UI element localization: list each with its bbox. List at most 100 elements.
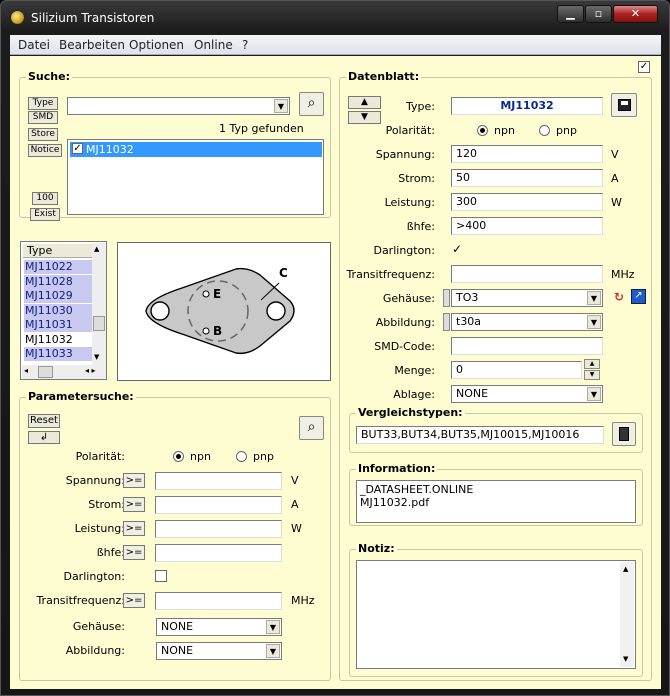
param-abbildung-combobox[interactable]: NONE ▼ [156,642,282,660]
menge-up-button[interactable]: ▲ [584,359,600,369]
vertical-scrollbar[interactable]: ▲ ▼ [92,243,106,365]
smd-code-field[interactable] [451,337,603,355]
smd-filter-button[interactable]: SMD [28,111,58,124]
gehaeuse-value: TO3 [456,291,479,304]
chevron-down-icon[interactable]: ▼ [587,291,601,305]
type-field[interactable]: MJ11032 [451,97,603,115]
scroll-left-icon[interactable]: ◂ [24,366,28,375]
leistung-field[interactable]: 300 [451,193,603,211]
type-list-item[interactable]: MJ11022 [24,260,92,274]
chevron-down-icon[interactable]: ▼ [274,99,288,113]
horizontal-scrollbar[interactable]: ◂ ◂ ▸ [22,365,106,379]
ablage-combobox[interactable]: NONE ▼ [451,385,603,403]
maximize-button[interactable]: ▫ [585,5,612,23]
strom-field[interactable]: 50 [451,169,603,187]
chevron-down-icon[interactable]: ▼ [266,620,280,634]
result-checkbox[interactable]: ✓ [72,143,83,154]
stay-on-top-checkbox[interactable]: ✓ [638,61,650,73]
parameter-search-button[interactable]: ⌕ [299,416,324,440]
type-list-item[interactable]: MJ11031 [24,318,92,332]
notiz-scrollbar[interactable]: ▲ ▼ [620,562,634,667]
param-npn-label: npn [190,450,211,463]
chevron-down-icon[interactable]: ▼ [266,644,280,658]
type-list-item[interactable]: MJ11030 [24,303,92,318]
type-column-header[interactable]: Type [23,244,92,258]
param-npn-radio[interactable] [173,451,184,462]
search-results-list[interactable]: ✓ MJ11032 [67,139,324,215]
type-listbox[interactable]: Type MJ11022 MJ11028 MJ11029 MJ11030 MJ11031… [20,241,107,380]
abbildung-list-button[interactable] [443,313,450,331]
scroll-up-icon[interactable]: ▲ [623,565,628,573]
scroll-thumb[interactable] [93,316,105,331]
menge-down-button[interactable]: ▼ [584,370,600,380]
menu-online[interactable]: Online [194,38,233,52]
information-box[interactable]: _DATASHEET.ONLINE MJ11032.pdf [356,480,636,523]
count-button[interactable]: 100 [32,192,58,205]
search-button[interactable]: ⌕ [299,92,324,116]
param-value-field[interactable] [155,592,282,610]
param-value-field[interactable] [155,496,282,514]
scroll-down-icon[interactable]: ▼ [94,353,99,361]
hfe-field[interactable]: >400 [451,217,603,235]
open-link-icon[interactable]: ↗ [631,289,646,304]
refresh-icon[interactable]: ↻ [614,290,626,304]
vergleich-lookup-button[interactable] [612,422,636,446]
param-pnp-radio[interactable] [236,451,247,462]
title-bar[interactable]: Silizium Transistoren ▁ ▫ ✕ [1,1,669,33]
param-darlington-checkbox[interactable] [155,570,167,582]
menu-help[interactable]: ? [242,38,248,52]
param-gehaeuse-combobox[interactable]: NONE ▼ [156,618,282,636]
type-list-item[interactable]: MJ11029 [24,289,92,303]
vergleichstypen-field[interactable]: BUT33,BUT34,BUT35,MJ10015,MJ10016 [356,426,604,444]
search-combobox[interactable]: ▼ [67,97,290,115]
leistung-label: Leistung: [384,196,435,209]
menu-bearbeiten[interactable]: Bearbeiten [59,38,125,52]
menu-datei[interactable]: Datei [18,38,50,52]
param-operator-button[interactable]: >= [123,473,145,488]
param-operator-button[interactable]: >= [123,593,145,608]
chevron-down-icon[interactable]: ▼ [587,387,601,401]
notiz-textarea[interactable]: ▲ ▼ [356,560,636,669]
type-list-item[interactable]: MJ11033 [24,347,92,361]
client-area: ✓ Suche: Type SMD Store Notice 100 Exist… [10,56,661,689]
information-line[interactable]: _DATASHEET.ONLINE [360,483,632,496]
to3-package-drawing [145,267,295,355]
spannung-field[interactable]: 120 [451,145,603,163]
param-operator-button[interactable]: >= [123,521,145,536]
pnp-radio[interactable] [539,125,550,136]
menu-optionen[interactable]: Optionen [129,38,184,52]
back-button[interactable]: ↲ [28,431,60,444]
previous-type-button[interactable]: ▲ [348,96,381,109]
minimize-button[interactable]: ▁ [557,5,584,23]
type-list-item[interactable]: MJ11028 [24,274,92,289]
darlington-checkbox[interactable]: ✓ [451,243,463,256]
scroll-right-icon[interactable]: ◂ ▸ [85,366,96,375]
store-filter-button[interactable]: Store [28,128,58,141]
gehaeuse-list-button[interactable] [443,289,450,307]
scroll-up-icon[interactable]: ▲ [94,245,99,253]
npn-radio[interactable] [477,125,488,136]
scroll-down-icon[interactable]: ▼ [623,655,628,663]
save-button[interactable] [611,93,637,117]
next-type-button[interactable]: ▼ [348,111,381,124]
information-line[interactable]: MJ11032.pdf [360,496,632,509]
menge-field[interactable]: 0 [451,361,582,379]
reset-button[interactable]: Reset [28,414,60,428]
param-value-field[interactable] [155,520,282,538]
type-filter-button[interactable]: Type [28,97,58,110]
param-value-field[interactable] [155,472,282,490]
abbildung-combobox[interactable]: t30a ▼ [451,313,603,331]
result-item[interactable]: ✓ MJ11032 [70,142,322,157]
close-button[interactable]: ✕ [613,5,658,23]
gehaeuse-combobox[interactable]: TO3 ▼ [451,289,603,307]
param-value-field[interactable] [155,544,282,562]
parametersuche-title: Parametersuche: [26,390,136,403]
transitfrequenz-field[interactable] [451,265,603,283]
exist-button[interactable]: Exist [30,208,60,221]
param-operator-button[interactable]: >= [123,497,145,512]
param-operator-button[interactable]: >= [123,545,145,560]
type-list-item[interactable]: MJ11032 [24,333,92,347]
notice-filter-button[interactable]: Notice [28,144,62,157]
chevron-down-icon[interactable]: ▼ [587,315,601,329]
hscroll-thumb[interactable] [38,366,53,378]
